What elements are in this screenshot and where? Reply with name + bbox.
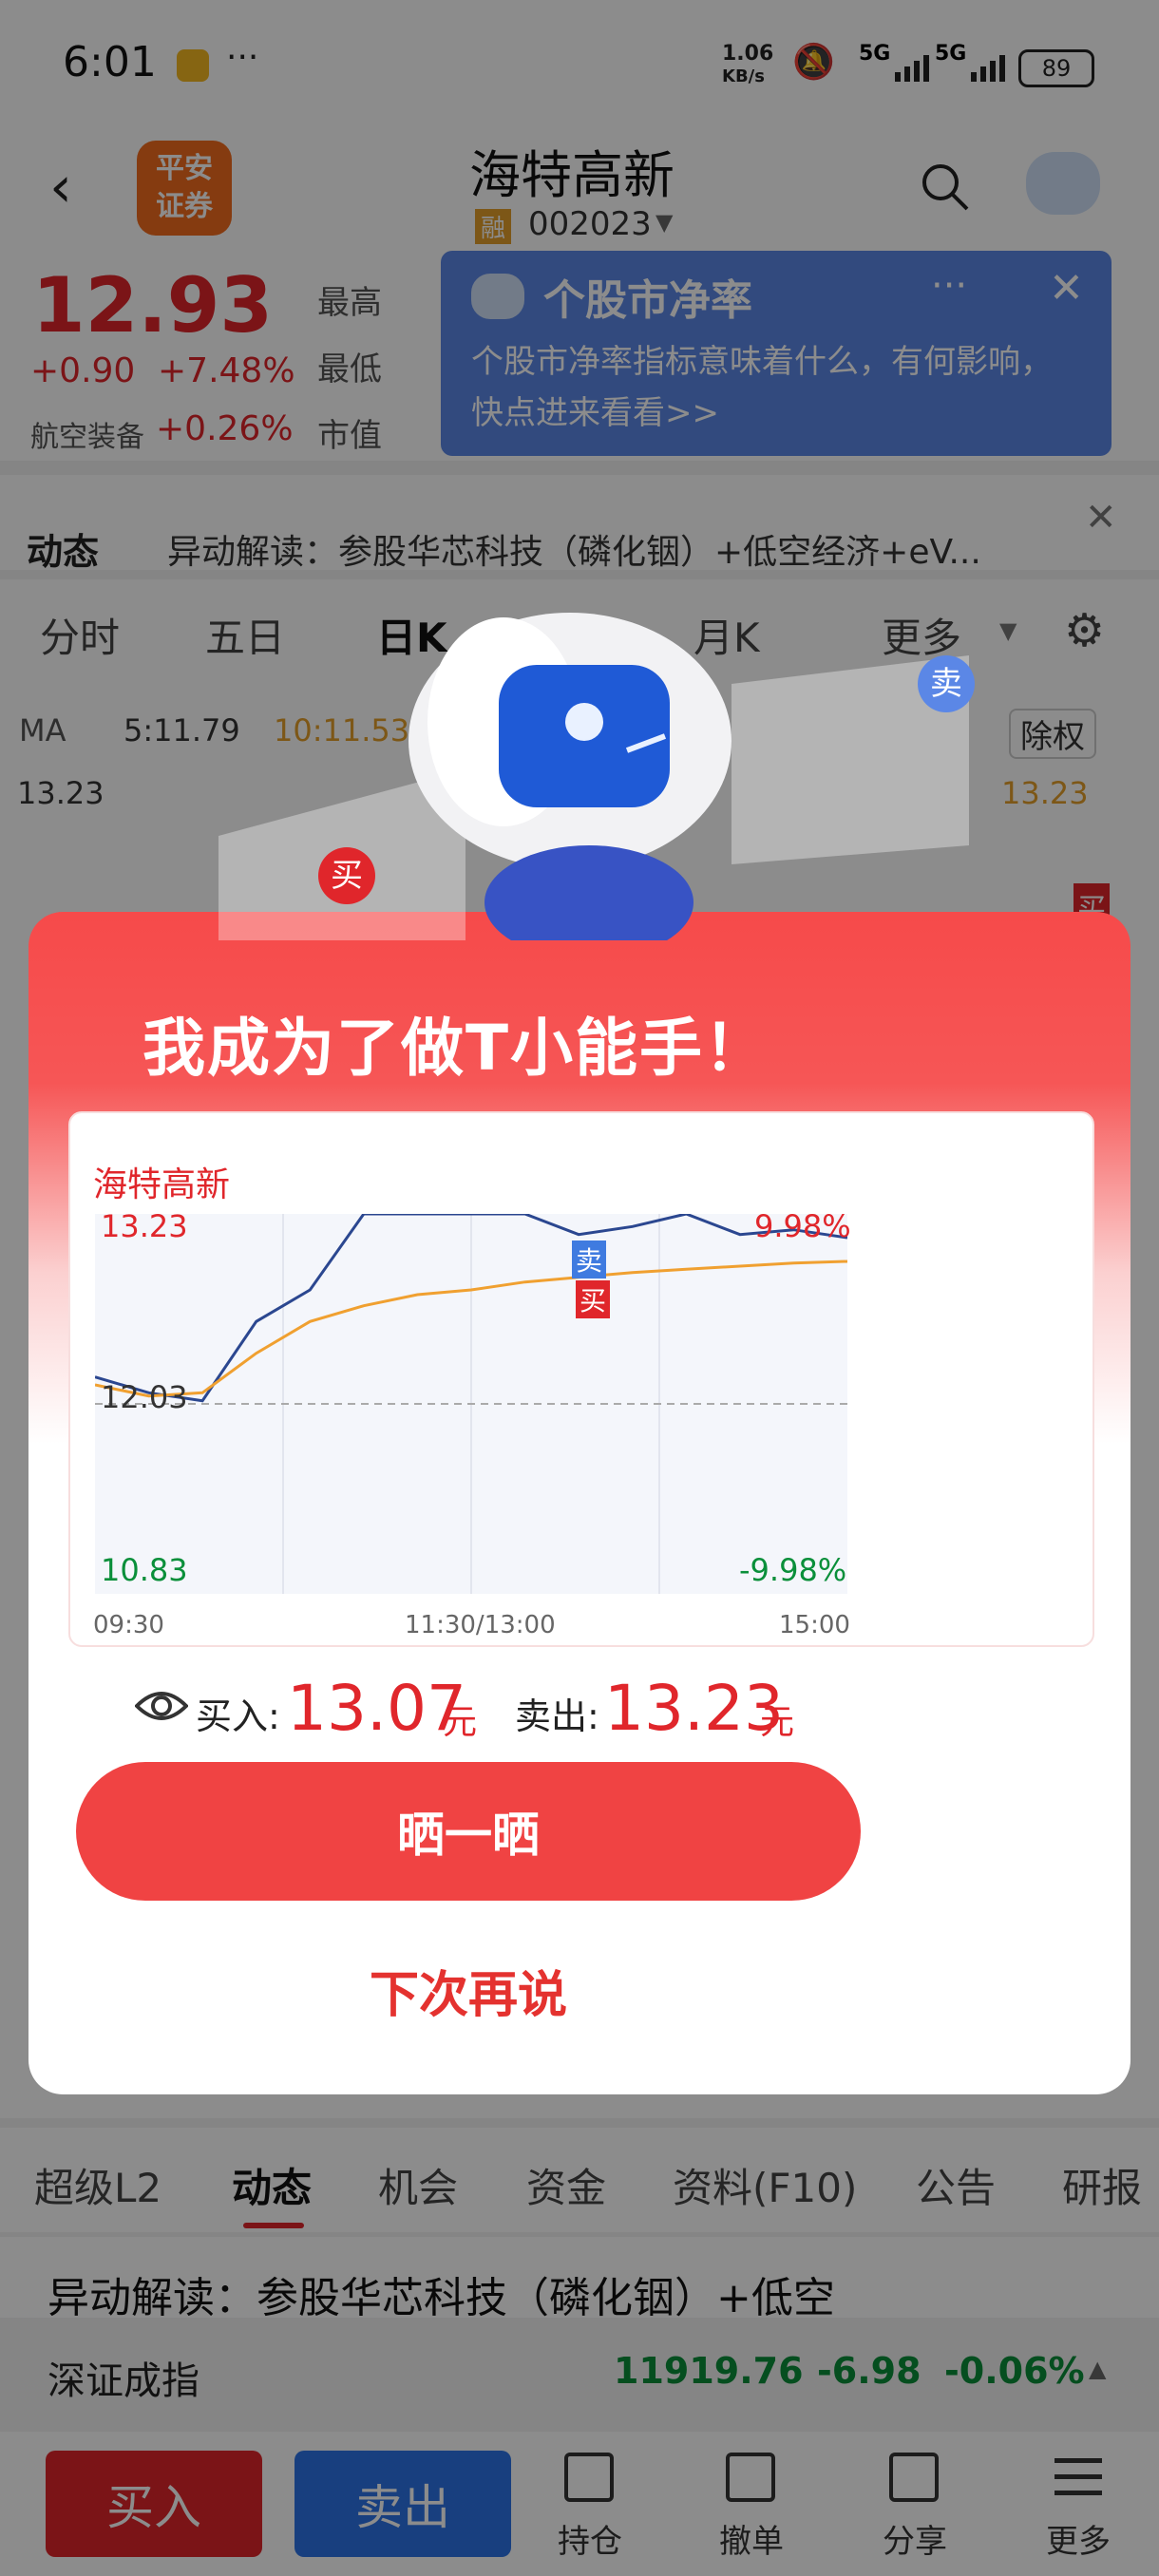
share-show-button[interactable]: 晒一晒 <box>76 1762 861 1901</box>
y-axis-mid: 12.03 <box>101 1379 188 1415</box>
modal-title: 我成为了做T小能手！ <box>142 1012 770 1085</box>
x-axis-mid: 11:30/13:00 <box>405 1611 556 1639</box>
intraday-chart <box>95 1214 847 1594</box>
card-stock-name: 海特高新 <box>93 1165 231 1204</box>
pct-axis-bottom: -9.98% <box>739 1552 847 1588</box>
x-axis-end: 15:00 <box>779 1611 850 1639</box>
mascot-illustration: 买 卖 <box>218 598 978 959</box>
y-axis-top: 13.23 <box>101 1208 188 1244</box>
trade-summary: 买入: 13.07 元 卖出: 13.23 元 <box>28 1672 1130 1748</box>
x-axis-start: 09:30 <box>93 1611 164 1639</box>
illustration-sell-mark: 卖 <box>918 655 975 712</box>
sell-label: 卖出: <box>515 1695 599 1737</box>
dismiss-button[interactable]: 下次再说 <box>76 1947 861 2033</box>
illustration-buy-mark: 买 <box>318 847 375 904</box>
buy-unit: 元 <box>443 1703 478 1742</box>
sell-price: 13.23 <box>604 1672 784 1745</box>
buy-price: 13.07 <box>287 1672 466 1745</box>
sell-unit: 元 <box>760 1703 795 1742</box>
buy-label: 买入: <box>196 1695 280 1737</box>
chart-buy-marker: 买 <box>576 1280 611 1318</box>
eye-icon[interactable] <box>134 1685 189 1727</box>
trade-chart-card: 海特高新 13.23 12.03 10.83 9.98% -9.98% 09:3… <box>68 1111 1094 1647</box>
y-axis-bottom: 10.83 <box>101 1552 188 1588</box>
achievement-modal: 我成为了做T小能手！ 海特高新 13.23 12.03 10.83 9.98% … <box>28 912 1130 2094</box>
pct-axis-top: 9.98% <box>754 1208 851 1244</box>
chart-sell-marker: 卖 <box>572 1241 607 1279</box>
